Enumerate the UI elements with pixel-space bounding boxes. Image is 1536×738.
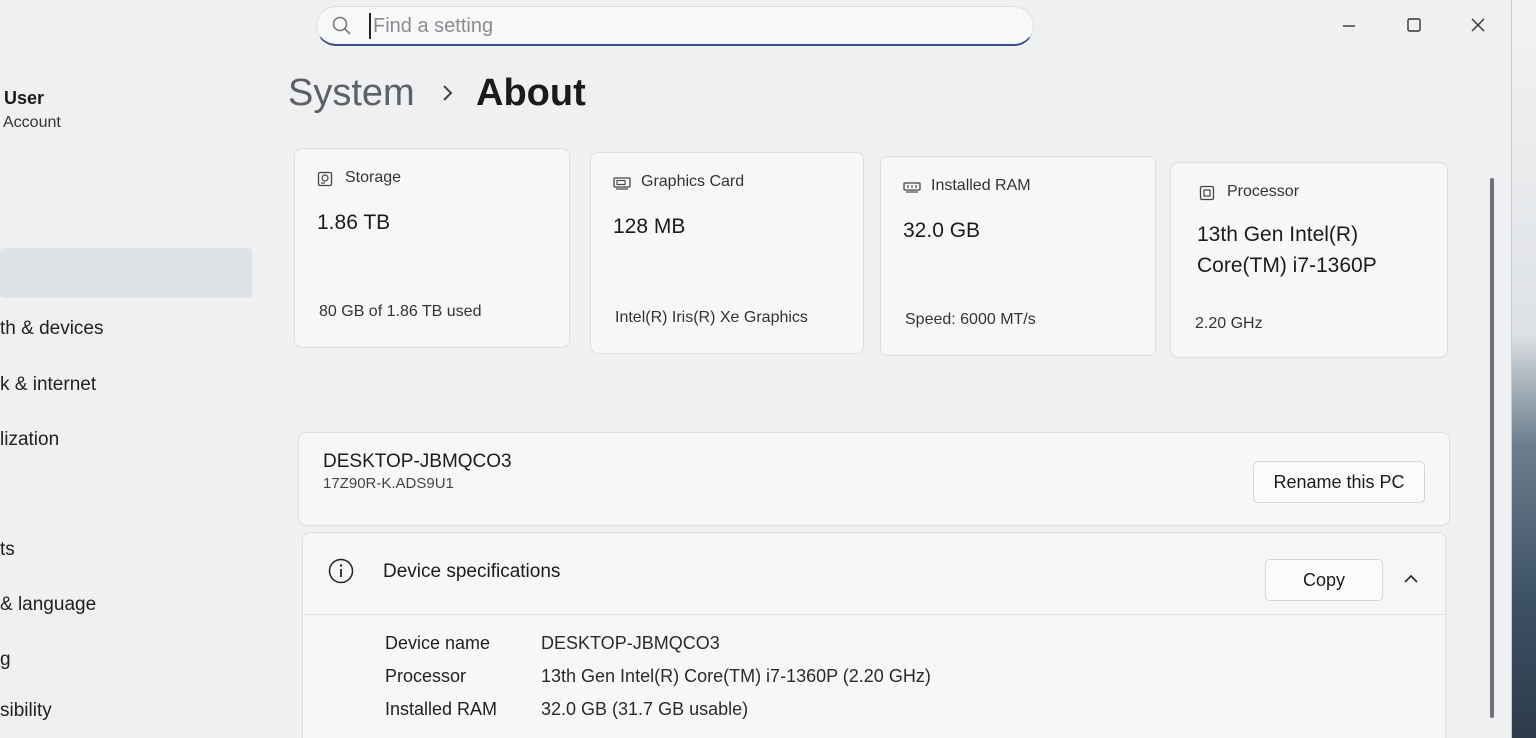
storage-icon (317, 171, 333, 187)
spec-row: Device name DESKTOP-JBMQCO3 (385, 633, 1385, 663)
card-value: 13th Gen Intel(R) Core(TM) i7-1360P (1197, 223, 1377, 277)
card-value: 32.0 GB (903, 219, 981, 242)
info-icon (327, 557, 355, 585)
sidebar-item-accessibility[interactable]: sibility (0, 700, 52, 722)
user-name: User (4, 88, 45, 108)
page-title: About (476, 72, 586, 114)
spec-row: Installed RAM 32.0 GB (31.7 GB usable) (385, 699, 1385, 729)
sidebar-item-time-language[interactable]: & language (0, 594, 96, 616)
sidebar-item-network-internet[interactable]: k & internet (0, 374, 96, 396)
card-title: Storage (345, 169, 402, 186)
graphics-card-icon (613, 175, 631, 191)
graphics-card-card[interactable]: Graphics Card 128 MB Intel(R) Iris(R) Xe… (590, 152, 864, 354)
copy-button[interactable]: Copy (1265, 559, 1383, 601)
sidebar-item-personalization[interactable]: lization (0, 429, 59, 451)
processor-icon (1199, 185, 1215, 201)
card-detail: 80 GB of 1.86 TB used (319, 303, 482, 320)
scrollbar[interactable] (1490, 178, 1494, 718)
sidebar: User Account th & devices k & internet l… (0, 0, 260, 738)
card-value: 1.86 TB (317, 211, 391, 234)
sidebar-item-accounts[interactable]: ts (0, 539, 15, 561)
spec-label: Processor (385, 666, 467, 686)
card-detail: Intel(R) Iris(R) Xe Graphics (615, 309, 808, 326)
card-title: Processor (1227, 183, 1300, 200)
device-name: DESKTOP-JBMQCO3 (323, 451, 512, 472)
search-box[interactable] (316, 6, 1034, 46)
device-specifications-header[interactable]: Device specifications Copy (303, 533, 1445, 615)
desktop-background (1512, 0, 1536, 738)
ram-icon (903, 179, 921, 195)
settings-window: User Account th & devices k & internet l… (0, 0, 1512, 738)
card-title: Graphics Card (641, 173, 745, 190)
processor-card[interactable]: Processor 13th Gen Intel(R) Core(TM) i7-… (1170, 162, 1448, 358)
minimize-icon (1341, 17, 1357, 38)
search-icon (331, 15, 353, 37)
installed-ram-card[interactable]: Installed RAM 32.0 GB Speed: 6000 MT/s (880, 156, 1156, 356)
spec-row: Processor 13th Gen Intel(R) Core(TM) i7-… (385, 666, 1385, 696)
spec-value: DESKTOP-JBMQCO3 (541, 633, 720, 653)
device-model: 17Z90R-K.ADS9U1 (323, 475, 454, 492)
rename-pc-button[interactable]: Rename this PC (1253, 461, 1425, 503)
card-detail: 2.20 GHz (1195, 315, 1263, 332)
device-specifications-title: Device specifications (383, 561, 561, 582)
storage-card[interactable]: Storage 1.86 TB 80 GB of 1.86 TB used (294, 148, 570, 348)
card-title: Installed RAM (931, 177, 1031, 194)
chevron-up-icon[interactable] (1401, 571, 1421, 585)
sidebar-item-selected[interactable] (0, 248, 252, 298)
chevron-right-icon (438, 80, 458, 106)
search-input[interactable] (369, 13, 1009, 39)
maximize-icon (1406, 17, 1422, 38)
device-name-row: DESKTOP-JBMQCO3 17Z90R-K.ADS9U1 Rename t… (298, 432, 1450, 526)
close-button[interactable] (1463, 12, 1493, 42)
user-account-label: Account (3, 114, 61, 131)
breadcrumb-parent[interactable]: System (288, 72, 415, 115)
spec-label: Installed RAM (385, 699, 498, 719)
spec-value: 13th Gen Intel(R) Core(TM) i7-1360P (2.2… (541, 666, 931, 686)
spec-label: Device name (385, 633, 491, 653)
card-value: 128 MB (613, 215, 686, 238)
spec-value: 32.0 GB (31.7 GB usable) (541, 699, 749, 719)
card-detail: Speed: 6000 MT/s (905, 311, 1036, 328)
close-icon (1470, 17, 1486, 38)
device-specifications-section: Device specifications Copy Device name D… (302, 532, 1446, 738)
sidebar-item-bluetooth-devices[interactable]: th & devices (0, 318, 104, 340)
sidebar-item-gaming[interactable]: g (0, 649, 11, 671)
maximize-button[interactable] (1399, 12, 1429, 42)
minimize-button[interactable] (1334, 12, 1364, 42)
